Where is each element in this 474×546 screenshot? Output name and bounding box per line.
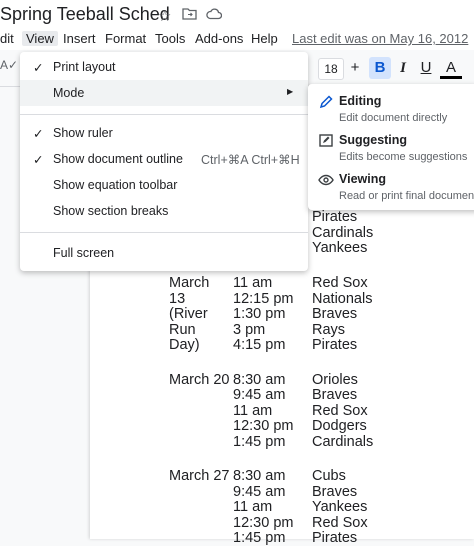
date-cell: (River [169,306,208,322]
cloud-status-icon[interactable] [206,7,223,24]
mode-option-viewing[interactable]: Viewing Read or print final document [308,166,474,206]
team-cell: Red Sox [312,515,368,531]
time-cell: 3 pm [233,322,266,338]
menu-divider [20,232,308,233]
team-cell: Braves [312,387,358,403]
menu-item-label: Full screen [53,246,115,260]
time-cell: 11 am [233,499,273,515]
underline-button[interactable]: U [415,57,437,79]
time-cell: 1:30 pm [233,306,286,322]
menu-format[interactable]: Format [105,31,146,46]
menu-item-label: Show section breaks [53,204,169,218]
view-menu-dropdown: ✓ Print layout Mode ▶ ✓ Show ruler ✓ Sho… [20,52,308,271]
eye-icon [318,172,334,188]
italic-button[interactable]: I [392,57,414,79]
time-cell: 9:45 am [233,484,286,500]
team-cell: Braves [312,306,358,322]
team-cell: Cardinals [312,434,374,450]
team-cell: Cubs [312,468,346,484]
menu-item-full-screen[interactable]: Full screen [20,240,308,266]
date-cell: March [169,275,210,291]
team-cell: Nationals [312,291,373,307]
mode-description: Read or print final document [339,190,474,202]
time-cell: 12:15 pm [233,291,294,307]
time-cell: 4:15 pm [233,337,286,353]
menu-item-shortcut: Ctrl+⌘A Ctrl+⌘H [201,153,300,167]
checkmark-icon: ✓ [33,127,44,141]
menu-item-print-layout[interactable]: ✓ Print layout [20,54,308,80]
title-bar: Spring Teeball Sched ☆ [0,0,474,30]
menu-item-label: Show ruler [53,126,113,140]
document-title[interactable]: Spring Teeball Sched [0,4,170,25]
menu-item-label: Mode [53,86,85,100]
menu-item-show-document-outline[interactable]: ✓ Show document outline Ctrl+⌘A Ctrl+⌘H [20,146,308,172]
team-cell: Red Sox [312,275,368,291]
date-cell: March 20 [169,372,230,388]
time-cell: 9:45 am [233,387,286,403]
bold-button[interactable]: B [369,57,391,79]
font-size-input[interactable]: 18 [318,58,344,80]
team-cell: Yankees [312,499,368,515]
time-cell: 12:30 pm [233,515,294,531]
team-cell: Orioles [312,372,358,388]
menu-divider [20,114,308,115]
date-cell: Run [169,322,196,338]
team-cell: Pirates [312,337,358,353]
checkmark-icon: ✓ [33,61,44,75]
menu-item-show-ruler[interactable]: ✓ Show ruler [20,120,308,146]
spell-check-icon[interactable]: A✓ [0,58,18,72]
time-cell: 8:30 am [233,468,286,484]
time-cell: 11 am [233,403,273,419]
menu-item-show-equation-toolbar[interactable]: Show equation toolbar [20,172,308,198]
menu-help[interactable]: Help [251,31,278,46]
time-cell: 1:45 pm [233,434,286,450]
team-cell: Red Sox [312,403,368,419]
mode-option-suggesting[interactable]: Suggesting Edits become suggestions [308,127,474,167]
mode-name: Suggesting [339,133,408,147]
menu-tools[interactable]: Tools [155,31,185,46]
submenu-arrow-icon: ▶ [287,87,294,96]
time-cell: 12:30 pm [233,418,294,434]
checkmark-icon: ✓ [33,153,44,167]
time-cell: 1:45 pm [233,530,286,546]
mode-submenu: Editing Edit document directly Suggestin… [308,84,474,210]
time-cell: 8:30 am [233,372,286,388]
team-cell: Dodgers [312,418,367,434]
menu-item-mode[interactable]: Mode ▶ [20,80,308,106]
mode-option-editing[interactable]: Editing Edit document directly [308,88,474,128]
team-cell: Rays [312,322,346,338]
date-cell: 13 [169,291,186,307]
mode-name: Editing [339,94,382,108]
team-cell: Pirates [312,530,358,546]
mode-description: Edits become suggestions [339,151,468,163]
time-cell: 11 am [233,275,273,291]
menu-item-label: Show document outline [53,152,183,166]
team-cell: Braves [312,484,358,500]
suggest-icon [318,133,334,149]
mode-description: Edit document directly [339,112,448,124]
menu-view[interactable]: View [22,31,58,46]
menu-edit[interactable]: dit [0,31,14,46]
team-cell: Yankees [312,240,368,256]
menu-bar: dit View Insert Format Tools Add-ons Hel… [0,30,474,50]
text-color-button[interactable]: A [440,57,462,79]
pencil-icon [318,94,334,110]
last-edit-link[interactable]: Last edit was on May 16, 2012 [292,31,468,46]
date-cell: Day) [169,337,200,353]
menu-add-ons[interactable]: Add-ons [195,31,243,46]
menu-item-label: Print layout [53,60,116,74]
menu-item-label: Show equation toolbar [53,178,178,192]
team-cell: Cardinals [312,225,374,241]
star-icon[interactable]: ☆ [158,7,171,25]
menu-item-show-section-breaks[interactable]: Show section breaks [20,198,308,224]
menu-insert[interactable]: Insert [63,31,96,46]
team-cell: Pirates [312,209,358,225]
move-folder-icon[interactable] [182,7,197,24]
font-size-increase-button[interactable]: + [346,58,364,78]
mode-name: Viewing [339,172,387,186]
date-cell: March 27 [169,468,230,484]
